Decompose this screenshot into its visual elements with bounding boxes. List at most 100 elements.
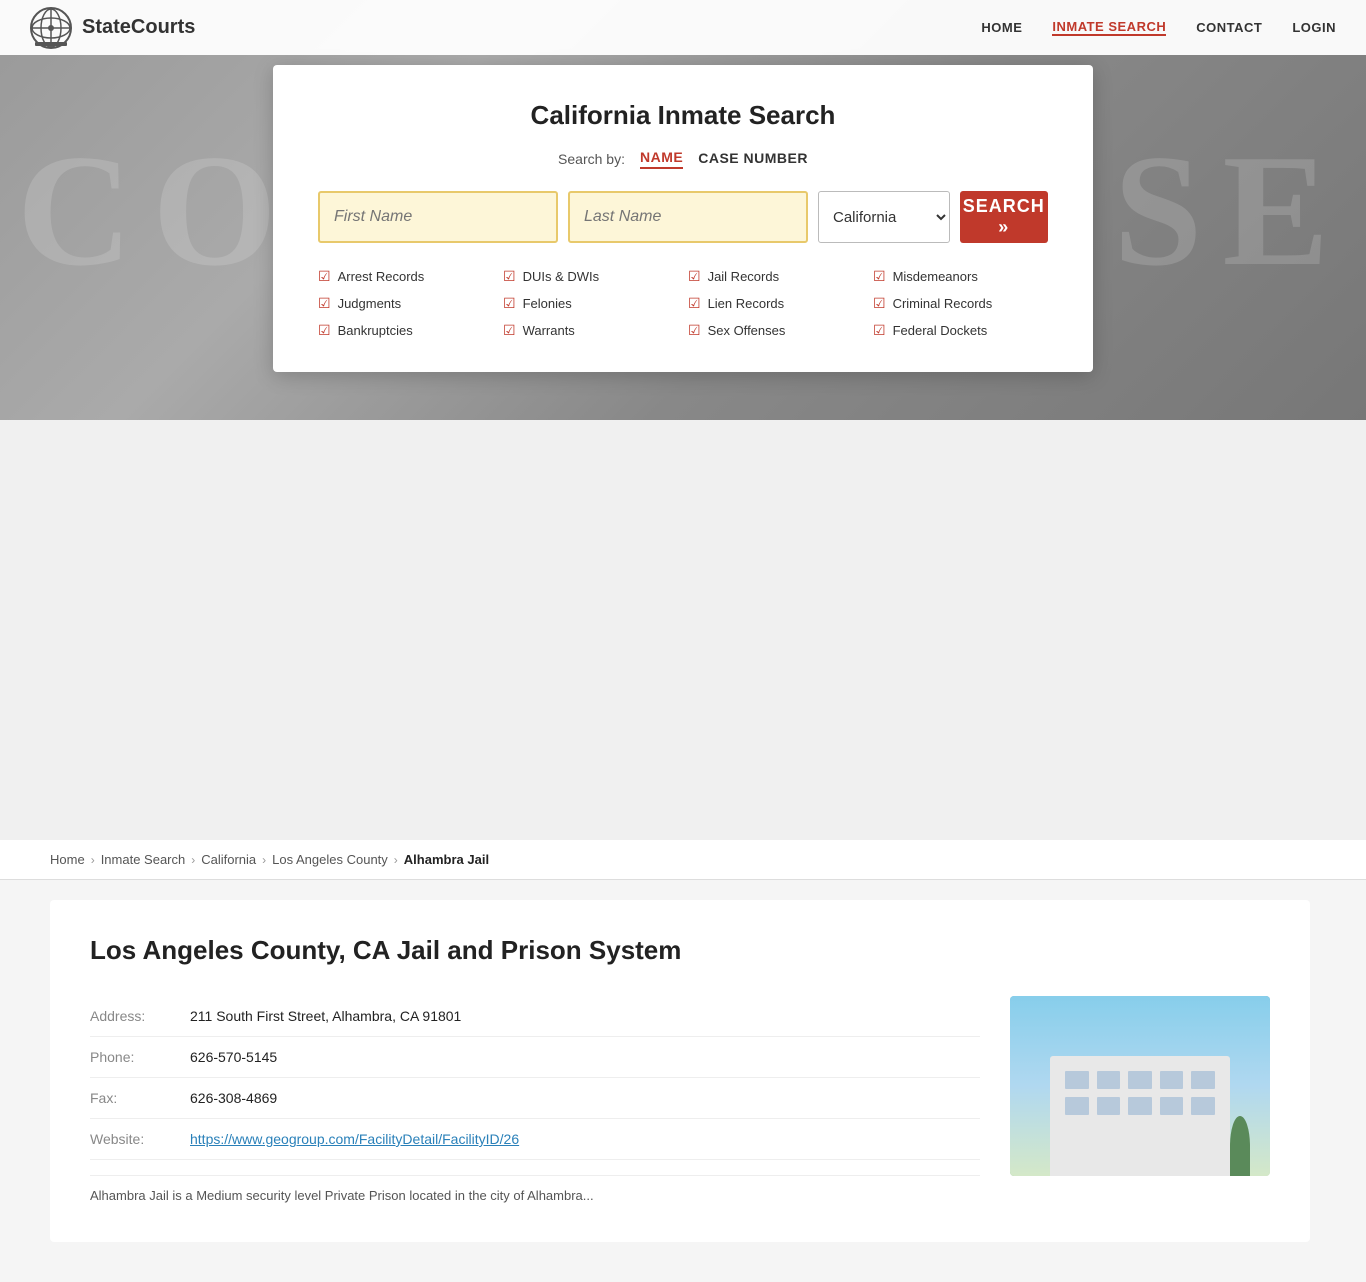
check-icon-9: ☑	[503, 322, 516, 339]
top-navigation: StateCourts HOME INMATE SEARCH CONTACT L…	[0, 0, 1366, 55]
content-body: Address: 211 South First Street, Alhambr…	[90, 996, 1270, 1207]
search-card: California Inmate Search Search by: NAME…	[273, 65, 1093, 372]
site-name: StateCourts	[82, 16, 195, 39]
tab-name[interactable]: NAME	[640, 149, 683, 169]
features-grid: ☑ Arrest Records ☑ DUIs & DWIs ☑ Jail Records…	[318, 265, 1048, 342]
breadcrumb: Home › Inmate Search › California › Los …	[0, 840, 1366, 880]
window-8	[1128, 1097, 1152, 1115]
nav-links: HOME INMATE SEARCH CONTACT LOGIN	[981, 19, 1336, 36]
search-button[interactable]: SEARCH »	[960, 191, 1048, 243]
check-icon-4: ☑	[318, 295, 331, 312]
logo-icon	[30, 7, 72, 49]
fax-value: 626-308-4869	[190, 1090, 277, 1106]
window-5	[1191, 1071, 1215, 1089]
state-select[interactable]: California Alabama Alaska Arizona Colora…	[818, 191, 950, 243]
check-icon-6: ☑	[688, 295, 701, 312]
feature-item-11: ☑ Federal Dockets	[873, 319, 1048, 342]
address-row: Address: 211 South First Street, Alhambr…	[90, 996, 980, 1037]
feature-item-4: ☑ Judgments	[318, 292, 493, 315]
first-name-input[interactable]	[318, 191, 558, 243]
feature-label-0: Arrest Records	[338, 269, 425, 284]
phone-value: 626-570-5145	[190, 1049, 277, 1065]
search-by-label: Search by:	[558, 151, 625, 167]
tab-case-number[interactable]: CASE NUMBER	[698, 150, 808, 168]
breadcrumb-home[interactable]: Home	[50, 852, 85, 867]
breadcrumb-los-angeles[interactable]: Los Angeles County	[272, 852, 388, 867]
feature-label-3: Misdemeanors	[893, 269, 978, 284]
breadcrumb-california[interactable]: California	[201, 852, 256, 867]
check-icon-0: ☑	[318, 268, 331, 285]
feature-label-4: Judgments	[338, 296, 402, 311]
check-icon-8: ☑	[318, 322, 331, 339]
website-link[interactable]: https://www.geogroup.com/FacilityDetail/…	[190, 1131, 519, 1147]
search-by-row: Search by: NAME CASE NUMBER	[318, 149, 1048, 169]
feature-item-3: ☑ Misdemeanors	[873, 265, 1048, 288]
window-1	[1065, 1071, 1089, 1089]
breadcrumb-sep-3: ›	[262, 853, 266, 867]
window-10	[1191, 1097, 1215, 1115]
website-label: Website:	[90, 1131, 190, 1147]
feature-item-9: ☑ Warrants	[503, 319, 678, 342]
facility-image-inner	[1010, 996, 1270, 1176]
phone-row: Phone: 626-570-5145	[90, 1037, 980, 1078]
check-icon-10: ☑	[688, 322, 701, 339]
feature-label-7: Criminal Records	[893, 296, 993, 311]
building-shape	[1050, 1056, 1230, 1176]
check-icon-5: ☑	[503, 295, 516, 312]
feature-label-2: Jail Records	[708, 269, 780, 284]
window-3	[1128, 1071, 1152, 1089]
tree-shape	[1230, 1116, 1250, 1176]
building-windows	[1050, 1056, 1230, 1130]
search-inputs-row: California Alabama Alaska Arizona Colora…	[318, 191, 1048, 243]
fax-label: Fax:	[90, 1090, 190, 1106]
nav-home[interactable]: HOME	[981, 20, 1022, 35]
main-content: Los Angeles County, CA Jail and Prison S…	[0, 880, 1366, 1282]
check-icon-1: ☑	[503, 268, 516, 285]
feature-label-6: Lien Records	[708, 296, 785, 311]
feature-label-5: Felonies	[523, 296, 572, 311]
feature-item-0: ☑ Arrest Records	[318, 265, 493, 288]
feature-item-10: ☑ Sex Offenses	[688, 319, 863, 342]
nav-login[interactable]: LOGIN	[1292, 20, 1336, 35]
nav-contact[interactable]: CONTACT	[1196, 20, 1262, 35]
address-label: Address:	[90, 1008, 190, 1024]
phone-label: Phone:	[90, 1049, 190, 1065]
check-icon-11: ☑	[873, 322, 886, 339]
feature-item-5: ☑ Felonies	[503, 292, 678, 315]
feature-item-8: ☑ Bankruptcies	[318, 319, 493, 342]
window-4	[1160, 1071, 1184, 1089]
feature-label-9: Warrants	[523, 323, 575, 338]
nav-inmate-search[interactable]: INMATE SEARCH	[1052, 19, 1166, 36]
feature-item-2: ☑ Jail Records	[688, 265, 863, 288]
feature-item-7: ☑ Criminal Records	[873, 292, 1048, 315]
facility-image	[1010, 996, 1270, 1176]
breadcrumb-inmate-search[interactable]: Inmate Search	[101, 852, 186, 867]
check-icon-3: ☑	[873, 268, 886, 285]
address-value: 211 South First Street, Alhambra, CA 918…	[190, 1008, 461, 1024]
breadcrumb-sep-4: ›	[394, 853, 398, 867]
content-right	[1010, 996, 1270, 1207]
window-7	[1097, 1097, 1121, 1115]
feature-label-1: DUIs & DWIs	[523, 269, 600, 284]
breadcrumb-sep-2: ›	[191, 853, 195, 867]
window-2	[1097, 1071, 1121, 1089]
breadcrumb-sep-1: ›	[91, 853, 95, 867]
search-card-title: California Inmate Search	[318, 100, 1048, 131]
content-left: Address: 211 South First Street, Alhambr…	[90, 996, 980, 1207]
feature-label-8: Bankruptcies	[338, 323, 413, 338]
content-card: Los Angeles County, CA Jail and Prison S…	[50, 900, 1310, 1242]
hero-section: COURTHOUSE StateCourts HOME INMATE SEARC…	[0, 0, 1366, 420]
feature-item-6: ☑ Lien Records	[688, 292, 863, 315]
logo-area: StateCourts	[30, 7, 981, 49]
feature-label-10: Sex Offenses	[708, 323, 786, 338]
breadcrumb-current: Alhambra Jail	[404, 852, 489, 867]
last-name-input[interactable]	[568, 191, 808, 243]
website-row: Website: https://www.geogroup.com/Facili…	[90, 1119, 980, 1160]
check-icon-7: ☑	[873, 295, 886, 312]
content-title: Los Angeles County, CA Jail and Prison S…	[90, 935, 1270, 966]
feature-label-11: Federal Dockets	[893, 323, 988, 338]
feature-item-1: ☑ DUIs & DWIs	[503, 265, 678, 288]
description-text: Alhambra Jail is a Medium security level…	[90, 1175, 980, 1207]
window-6	[1065, 1097, 1089, 1115]
check-icon-2: ☑	[688, 268, 701, 285]
